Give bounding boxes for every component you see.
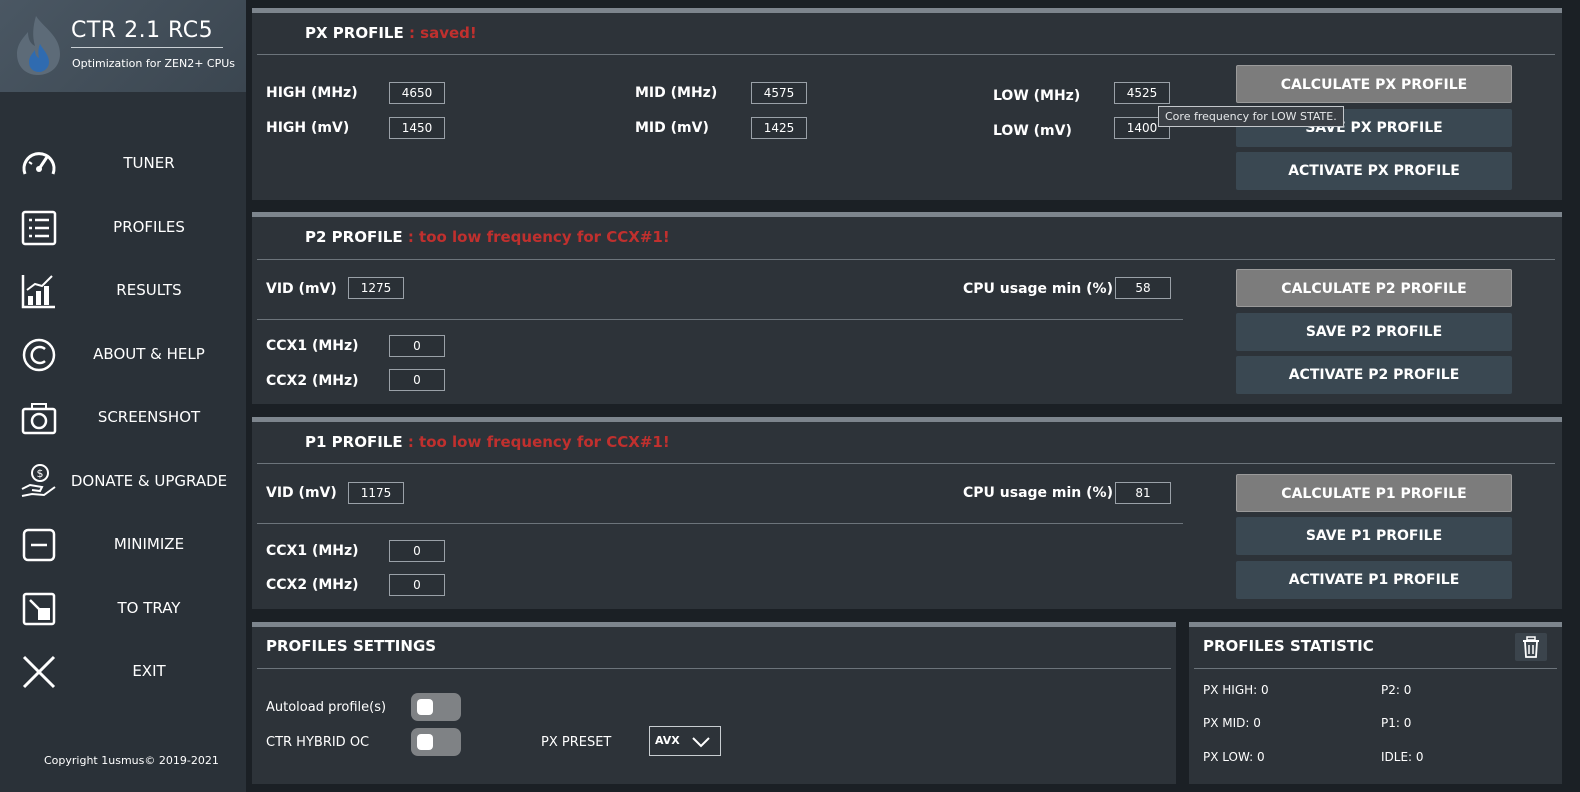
px-mid-mv-field[interactable]	[751, 117, 807, 139]
px-mid-mhz-label: MID (MHz)	[635, 85, 718, 101]
profiles-settings-title: PROFILES SETTINGS	[266, 637, 437, 655]
activate-px-profile-button[interactable]: ACTIVATE PX PROFILE	[1236, 152, 1512, 190]
p2-vid-label: VID (mV)	[266, 281, 337, 297]
stat-px-high: PX HIGH: 0	[1203, 683, 1269, 697]
nav-item-profiles[interactable]: PROFILES	[0, 197, 246, 257]
p2-ccx2-field[interactable]	[389, 369, 445, 391]
nav-item-exit[interactable]: EXIT	[0, 641, 246, 701]
p2-ccx1-field[interactable]	[389, 335, 445, 357]
app-subtitle: Optimization for ZEN2+ CPUs	[72, 57, 236, 70]
p1-ccx1-label: CCX1 (MHz)	[266, 543, 359, 559]
p2-ccx2-label: CCX2 (MHz)	[266, 373, 359, 389]
stat-px-low: PX LOW: 0	[1203, 750, 1265, 764]
px-preset-value: AVX	[655, 734, 680, 747]
autoload-label: Autoload profile(s)	[266, 700, 387, 715]
hybrid-oc-label: CTR HYBRID OC	[266, 735, 370, 750]
px-high-mhz-label: HIGH (MHz)	[266, 85, 358, 101]
save-p2-profile-button[interactable]: SAVE P2 PROFILE	[1236, 313, 1512, 351]
nav-label-tuner: TUNER	[123, 154, 175, 172]
chevron-down-icon	[692, 737, 710, 748]
profiles-statistic-title: PROFILES STATISTIC	[1203, 637, 1374, 655]
p1-divider	[257, 463, 1555, 464]
stat-idle: IDLE: 0	[1381, 750, 1424, 764]
hybrid-oc-toggle[interactable]	[411, 728, 461, 756]
p1-ccx2-label: CCX2 (MHz)	[266, 577, 359, 593]
px-low-mv-label: LOW (mV)	[993, 123, 1072, 139]
settings-divider	[257, 668, 1171, 669]
calculate-p2-profile-button[interactable]: CALCULATE P2 PROFILE	[1236, 269, 1512, 307]
trash-icon	[1523, 636, 1539, 658]
nav-label-about-help: ABOUT & HELP	[93, 345, 205, 363]
px-divider	[257, 54, 1555, 55]
nav-item-donate-upgrade[interactable]: $ DONATE & UPGRADE	[0, 451, 246, 511]
px-mid-mhz-field[interactable]	[751, 82, 807, 104]
nav-label-profiles: PROFILES	[113, 218, 185, 236]
p2-profile-title: P2 PROFILE : too low frequency for CCX#1…	[305, 228, 670, 246]
px-high-mv-label: HIGH (mV)	[266, 120, 350, 136]
calculate-px-profile-button[interactable]: CALCULATE PX PROFILE	[1236, 65, 1512, 103]
nav-item-minimize[interactable]: MINIMIZE	[0, 514, 246, 574]
p2-cpu-usage-label: CPU usage min (%)	[963, 281, 1113, 297]
calculate-p1-profile-button[interactable]: CALCULATE P1 PROFILE	[1236, 474, 1512, 512]
px-profile-title: PX PROFILE : saved!	[305, 24, 477, 42]
nav-label-minimize: MINIMIZE	[113, 535, 185, 553]
p1-cpu-usage-field[interactable]	[1115, 482, 1171, 504]
p2-cpu-usage-field[interactable]	[1115, 277, 1171, 299]
svg-text:$: $	[37, 467, 44, 480]
nav-label-screenshot: SCREENSHOT	[97, 408, 201, 426]
flame-logo-icon	[17, 16, 60, 75]
px-low-mhz-label: LOW (MHz)	[993, 88, 1081, 104]
nav-label-to-tray: TO TRAY	[117, 599, 181, 617]
nav-item-results[interactable]: RESULTS	[0, 260, 246, 320]
logo-area: CTR 2.1 RC5 Optimization for ZEN2+ CPUs	[0, 0, 246, 92]
nav-item-screenshot[interactable]: SCREENSHOT	[0, 387, 246, 447]
p1-status: : too low frequency for CCX#1!	[402, 433, 670, 451]
p1-vid-label: VID (mV)	[266, 485, 337, 501]
activate-p1-profile-button[interactable]: ACTIVATE P1 PROFILE	[1236, 561, 1512, 599]
p2-divider	[257, 259, 1555, 260]
px-preset-select[interactable]: AVX	[649, 726, 721, 756]
p2-status: : too low frequency for CCX#1!	[402, 228, 670, 246]
clear-statistic-button[interactable]	[1515, 633, 1547, 661]
copyright-text: Copyright 1usmus© 2019-2021	[44, 754, 219, 767]
autoload-toggle[interactable]	[411, 693, 461, 721]
low-frequency-tooltip: Core frequency for LOW STATE.	[1158, 106, 1344, 127]
p1-ccx2-field[interactable]	[389, 574, 445, 596]
px-low-mhz-field[interactable]	[1114, 82, 1170, 104]
px-mid-mv-label: MID (mV)	[635, 120, 709, 136]
p1-vid-field[interactable]	[348, 482, 404, 504]
nav-item-to-tray[interactable]: TO TRAY	[0, 578, 246, 638]
activate-p2-profile-button[interactable]: ACTIVATE P2 PROFILE	[1236, 356, 1512, 394]
p1-sub-divider	[257, 523, 1183, 524]
nav-item-about-help[interactable]: ABOUT & HELP	[0, 324, 246, 384]
p2-ccx1-label: CCX1 (MHz)	[266, 338, 359, 354]
p1-profile-title: P1 PROFILE : too low frequency for CCX#1…	[305, 433, 670, 451]
save-p1-profile-button[interactable]: SAVE P1 PROFILE	[1236, 517, 1512, 555]
px-high-mv-field[interactable]	[389, 117, 445, 139]
stat-px-mid: PX MID: 0	[1203, 716, 1261, 730]
stat-p1: P1: 0	[1381, 716, 1412, 730]
px-status: : saved!	[403, 24, 477, 42]
px-preset-label: PX PRESET	[541, 735, 612, 750]
toggle-knob	[417, 734, 433, 750]
p2-vid-field[interactable]	[348, 277, 404, 299]
p2-sub-divider	[257, 319, 1183, 320]
p1-ccx1-field[interactable]	[389, 540, 445, 562]
nav-label-exit: EXIT	[132, 662, 166, 680]
stat-p2: P2: 0	[1381, 683, 1412, 697]
nav-label-results: RESULTS	[116, 281, 182, 299]
px-high-mhz-field[interactable]	[389, 82, 445, 104]
toggle-knob	[417, 699, 433, 715]
nav-label-donate-upgrade: DONATE & UPGRADE	[70, 472, 228, 490]
p1-cpu-usage-label: CPU usage min (%)	[963, 485, 1113, 501]
sidebar: CTR 2.1 RC5 Optimization for ZEN2+ CPUs …	[0, 0, 246, 792]
nav-item-tuner[interactable]: TUNER	[0, 133, 246, 193]
stats-divider	[1194, 668, 1557, 669]
app-title: CTR 2.1 RC5	[71, 18, 223, 48]
